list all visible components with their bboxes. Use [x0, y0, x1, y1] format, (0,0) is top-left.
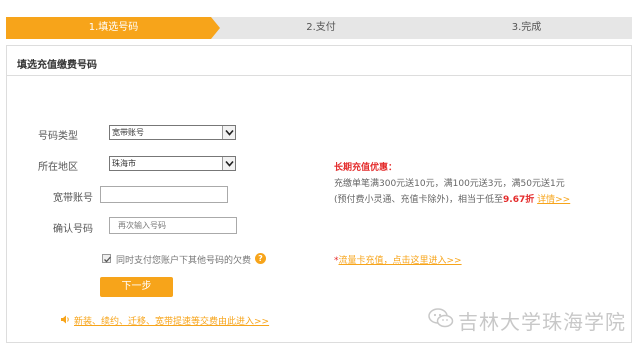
region-value: 珠海市	[112, 159, 136, 168]
wechat-icon	[428, 307, 454, 332]
discount-value: 9.67折	[503, 195, 535, 205]
number-type-select[interactable]: 宽带账号	[109, 125, 236, 140]
region-select[interactable]: 珠海市	[109, 156, 236, 171]
number-type-label: 号码类型	[38, 131, 78, 142]
step-fill-number: 1.填选号码	[6, 17, 221, 39]
step-label: 2.支付	[306, 22, 336, 33]
confirm-number-input[interactable]: 再次输入号码	[109, 217, 237, 234]
next-step-button[interactable]: 下一步	[100, 277, 173, 297]
step-progress-bar: 1.填选号码 2.支付 3.完成	[6, 17, 632, 39]
help-icon[interactable]: ?	[255, 253, 266, 264]
chevron-down-icon	[222, 157, 235, 170]
step-label: 3.完成	[511, 22, 542, 33]
service-notice-link[interactable]: 新装、续约、迁移、宽带提速等交费由此进入>>	[74, 314, 269, 327]
promo-exclusion-text: (预付费小灵通、充值卡除外)，相当于低至	[334, 195, 504, 205]
promo-details-link[interactable]: 详情>>	[537, 195, 570, 205]
confirm-label: 确认号码	[53, 224, 93, 235]
step-label: 1.填选号码	[88, 22, 139, 33]
promo-discount-line: (预付费小灵通、充值卡除外)，相当于低至9.67折 详情>>	[334, 192, 570, 205]
data-card-recharge-link[interactable]: 流量卡充值，点击这里进入>>	[339, 256, 462, 266]
step-complete: 3.完成	[421, 17, 632, 39]
pay-others-checkbox[interactable]	[102, 254, 111, 263]
region-label: 所在地区	[38, 162, 78, 173]
promo-rule-line: 充缴单笔满300元送10元，满100元送3元，满50元送1元	[334, 179, 565, 189]
chevron-down-icon	[222, 126, 235, 139]
data-card-recharge-note: *流量卡充值，点击这里进入>>	[334, 253, 462, 266]
panel-header: 填选充值缴费号码	[7, 46, 631, 76]
number-type-value: 宽带账号	[112, 128, 144, 137]
watermark-text: 吉林大学珠海学院	[458, 310, 626, 334]
promo-title: 长期充值优惠：	[334, 163, 398, 173]
step-payment: 2.支付	[211, 17, 431, 39]
panel-title: 填选充值缴费号码	[17, 60, 97, 71]
speaker-icon	[60, 314, 71, 328]
pay-others-label: 同时支付您账户下其他号码的欠费	[116, 256, 252, 266]
account-label: 宽带账号	[53, 193, 93, 204]
account-input[interactable]	[100, 186, 228, 203]
